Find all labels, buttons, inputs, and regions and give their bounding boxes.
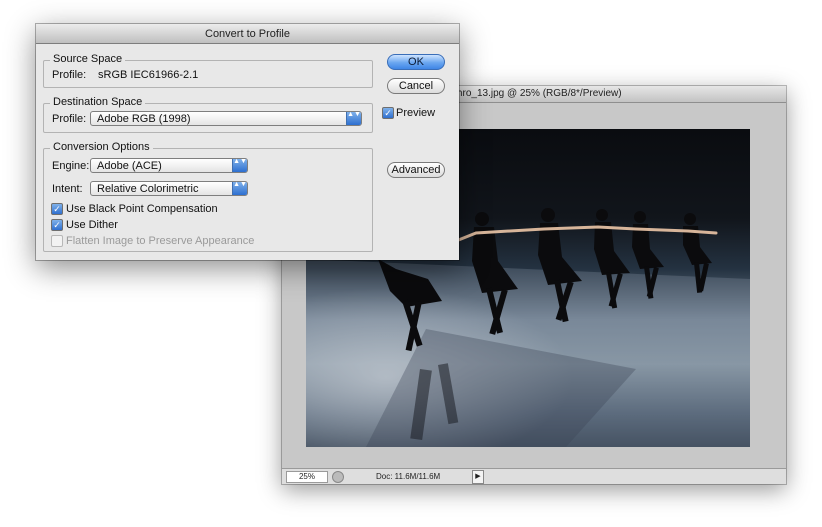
preview-label[interactable]: Preview	[396, 107, 435, 119]
destination-space-group: Destination Space Profile: Adobe RGB (19…	[43, 96, 373, 133]
engine-label: Engine:	[52, 160, 90, 172]
destination-profile-select[interactable]: Adobe RGB (1998) ▲▼	[90, 111, 362, 126]
destination-profile-label: Profile:	[52, 113, 87, 125]
intent-label: Intent:	[52, 183, 83, 195]
conversion-options-group: Conversion Options Engine: Adobe (ACE) ▲…	[43, 141, 373, 252]
preview-checkbox[interactable]: ✓	[382, 107, 394, 119]
cancel-button[interactable]: Cancel	[387, 78, 445, 94]
dialog-title: Convert to Profile	[205, 28, 290, 40]
destination-profile-value: Adobe RGB (1998)	[97, 113, 191, 125]
ok-button[interactable]: OK	[387, 54, 445, 70]
popup-arrows-icon: ▲▼	[232, 181, 247, 195]
source-profile-label: Profile:	[52, 69, 87, 81]
status-info-icon[interactable]	[332, 471, 344, 483]
advanced-button[interactable]: Advanced	[387, 162, 445, 178]
intent-value: Relative Colorimetric	[97, 183, 199, 195]
convert-to-profile-dialog: Convert to Profile Source Space Profile:…	[36, 24, 459, 260]
source-profile-value: sRGB IEC61966-2.1	[98, 69, 199, 81]
black-point-label[interactable]: Use Black Point Compensation	[66, 203, 218, 215]
destination-space-label: Destination Space	[50, 96, 146, 108]
black-point-checkbox[interactable]: ✓	[51, 203, 63, 215]
document-statusbar: 25% Doc: 11.6M/11.6M ▶	[282, 468, 786, 484]
flatten-label: Flatten Image to Preserve Appearance	[66, 235, 255, 247]
intent-select[interactable]: Relative Colorimetric ▲▼	[90, 181, 248, 196]
dither-label[interactable]: Use Dither	[66, 219, 118, 231]
engine-select[interactable]: Adobe (ACE) ▲▼	[90, 158, 248, 173]
document-size: Doc: 11.6M/11.6M	[376, 472, 441, 481]
conversion-options-label: Conversion Options	[50, 141, 153, 153]
zoom-field[interactable]: 25%	[286, 471, 328, 483]
status-menu-arrow-icon[interactable]: ▶	[472, 470, 484, 484]
flatten-checkbox	[51, 235, 63, 247]
source-space-group: Source Space Profile: sRGB IEC61966-2.1	[43, 53, 373, 88]
popup-arrows-icon: ▲▼	[232, 158, 247, 172]
engine-value: Adobe (ACE)	[97, 160, 162, 172]
dialog-titlebar[interactable]: Convert to Profile	[36, 24, 459, 44]
source-space-label: Source Space	[50, 53, 126, 65]
popup-arrows-icon: ▲▼	[346, 111, 361, 125]
dither-checkbox[interactable]: ✓	[51, 219, 63, 231]
